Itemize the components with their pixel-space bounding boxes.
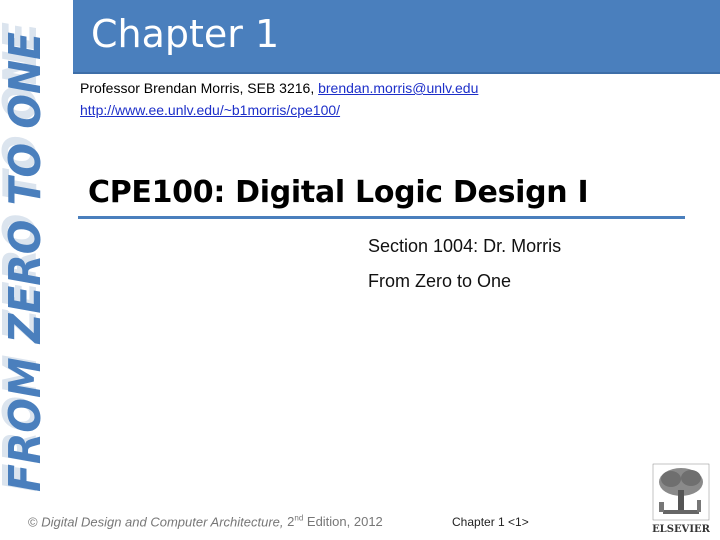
elsevier-logo: ELSEVIER xyxy=(652,463,711,535)
edition-rest: Edition, 2012 xyxy=(303,514,383,530)
page-number: Chapter 1 <1> xyxy=(452,515,529,529)
course-url-link[interactable]: http://www.ee.unlv.edu/~b1morris/cpe100/ xyxy=(80,102,340,118)
copyright-symbol: © xyxy=(28,514,38,530)
chapter-banner: Chapter 1 xyxy=(73,0,720,74)
title-underline xyxy=(78,216,685,219)
professor-text: Professor Brendan Morris, SEB 3216, xyxy=(80,80,319,96)
email-link[interactable]: brendan.morris@unlv.edu xyxy=(318,80,478,96)
edition-suffix: nd xyxy=(294,514,304,523)
section-subtitle: Section 1004: Dr. Morris xyxy=(368,236,562,256)
professor-info: Professor Brendan Morris, SEB 3216, bren… xyxy=(80,80,478,96)
logo-text: FROM ZERO TO ONE xyxy=(0,32,51,492)
publisher-name: ELSEVIER xyxy=(652,524,711,535)
edition-text: 2nd Edition, 2012 xyxy=(287,514,383,529)
slide-title: CPE100: Digital Logic Design I xyxy=(88,175,589,210)
from-zero-to-one-logo: FROM ZERO TO ONE FROM ZERO TO ONE xyxy=(0,22,51,492)
chapter-title: Chapter 1 xyxy=(91,12,280,56)
book-subtitle: From Zero to One xyxy=(368,271,512,291)
book-title: Digital Design and Computer Architecture xyxy=(41,514,280,530)
footer-copyright: © Digital Design and Computer Architectu… xyxy=(28,514,383,530)
